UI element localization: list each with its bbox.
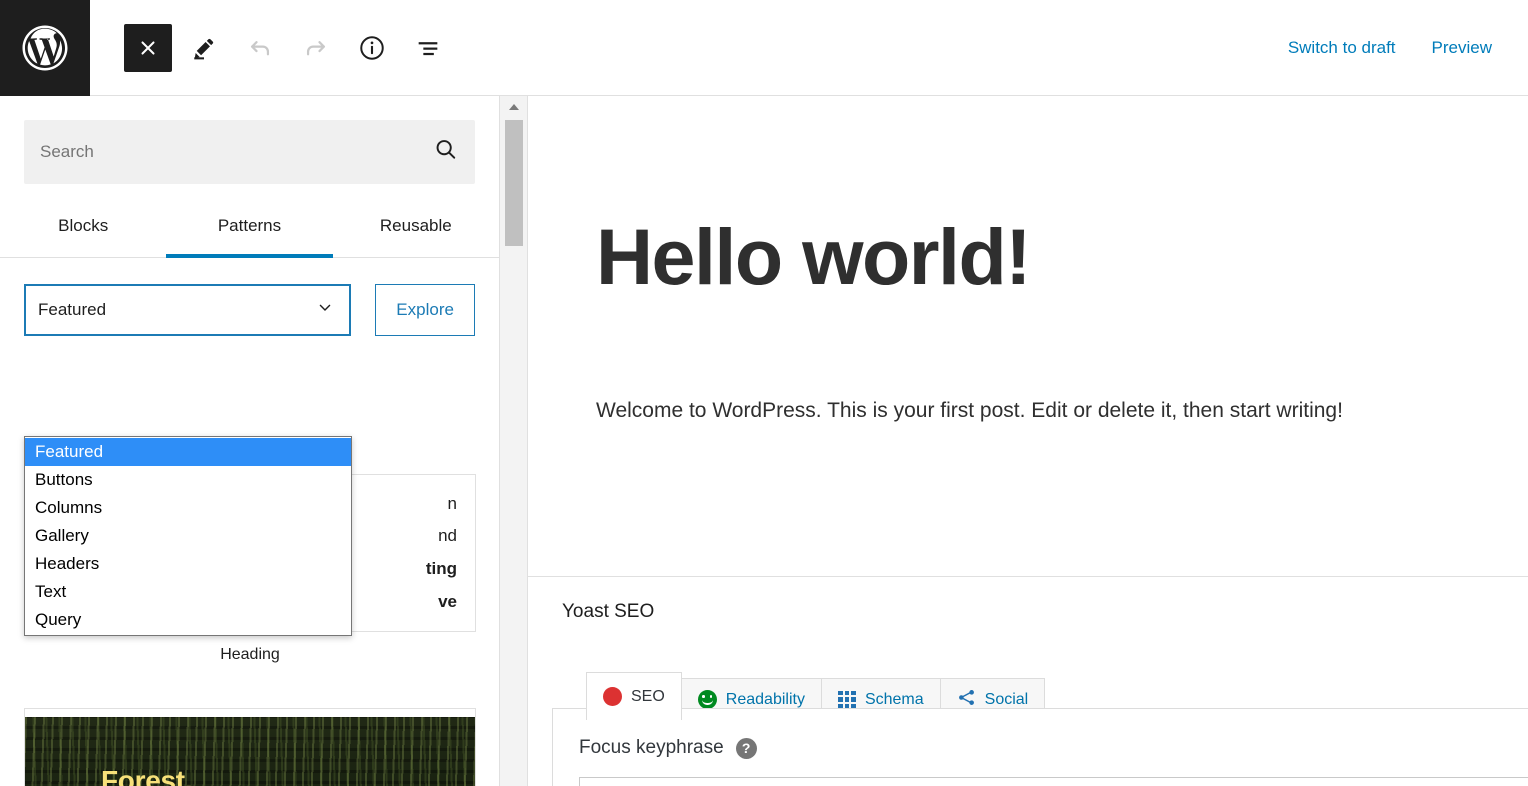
tab-patterns[interactable]: Patterns — [166, 206, 333, 258]
post-paragraph[interactable]: Welcome to WordPress. This is your first… — [596, 395, 1528, 427]
tab-blocks[interactable]: Blocks — [0, 206, 166, 258]
yoast-tab-seo[interactable]: SEO — [586, 672, 682, 720]
redo-button[interactable] — [292, 24, 340, 72]
tab-reusable[interactable]: Reusable — [333, 206, 499, 258]
post-content: Hello world! Welcome to WordPress. This … — [528, 96, 1528, 426]
yoast-seo-tab-content: Focus keyphrase ? — [552, 708, 1528, 786]
forest-image — [25, 717, 475, 786]
dropdown-option-gallery[interactable]: Gallery — [25, 522, 351, 550]
post-editor-canvas: Hello world! Welcome to WordPress. This … — [528, 96, 1528, 786]
forest-pattern-text: Forest. — [101, 765, 193, 786]
dropdown-option-buttons[interactable]: Buttons — [25, 466, 351, 494]
undo-icon — [250, 40, 270, 55]
close-icon — [141, 40, 155, 55]
pattern-category-dropdown[interactable]: Featured Buttons Columns Gallery Headers… — [24, 436, 352, 636]
dropdown-option-query[interactable]: Query — [25, 606, 351, 634]
explore-button[interactable]: Explore — [375, 284, 475, 336]
search-icon — [433, 137, 459, 168]
schema-grid-icon — [837, 690, 856, 709]
wordpress-logo-button[interactable] — [0, 0, 90, 96]
chevron-down-icon — [315, 298, 335, 323]
seo-score-dot-icon — [603, 687, 622, 706]
details-info-button[interactable] — [348, 24, 396, 72]
edit-pencil-icon — [194, 38, 214, 59]
search-input[interactable] — [24, 120, 475, 184]
pattern-category-select[interactable]: Featured — [24, 284, 352, 336]
yoast-seo-panel: Yoast SEO SEO Readability Schema Social … — [528, 577, 1528, 786]
help-icon[interactable]: ? — [735, 737, 757, 759]
info-icon — [360, 35, 384, 60]
block-inserter-panel: Blocks Patterns Reusable Featured Explor… — [0, 96, 500, 786]
focus-keyphrase-label-row: Focus keyphrase ? — [579, 737, 1528, 759]
yoast-tab-seo-label: SEO — [631, 687, 665, 705]
close-editor-button[interactable] — [124, 23, 172, 72]
undo-button[interactable] — [236, 24, 284, 72]
preview-button[interactable]: Preview — [1432, 38, 1492, 58]
dropdown-option-columns[interactable]: Columns — [25, 494, 351, 522]
wordpress-logo-icon — [22, 25, 68, 70]
pattern-category-value: Featured — [38, 300, 107, 319]
editor-top-bar: Switch to draft Preview — [0, 0, 1528, 96]
list-view-button[interactable] — [404, 24, 452, 72]
scroll-up-arrow-icon[interactable] — [500, 96, 528, 118]
editor-toolbar — [90, 23, 452, 72]
focus-keyphrase-input[interactable] — [579, 777, 1528, 786]
inserter-scrollbar[interactable] — [500, 96, 528, 786]
inserter-search-area — [0, 96, 499, 184]
inserter-tabs: Blocks Patterns Reusable — [0, 206, 499, 258]
yoast-tab-social-label: Social — [984, 690, 1029, 708]
dropdown-option-headers[interactable]: Headers — [25, 550, 351, 578]
top-bar-actions: Switch to draft Preview — [1288, 38, 1528, 58]
yoast-tab-schema-label: Schema — [864, 690, 924, 708]
yoast-panel-title: Yoast SEO — [562, 601, 655, 622]
list-view-icon — [418, 41, 438, 55]
forest-pattern-card[interactable]: Forest. — [24, 708, 476, 786]
dropdown-option-text[interactable]: Text — [25, 578, 351, 606]
redo-icon — [306, 40, 326, 55]
search-box — [24, 120, 475, 184]
focus-keyphrase-label: Focus keyphrase — [579, 737, 724, 758]
post-title[interactable]: Hello world! — [596, 215, 1528, 299]
scrollbar-thumb[interactable] — [505, 120, 523, 246]
pattern-filter-row: Featured Explore — [0, 258, 499, 336]
dropdown-option-featured[interactable]: Featured — [25, 438, 351, 466]
switch-to-draft-button[interactable]: Switch to draft — [1288, 38, 1396, 58]
edit-mode-button[interactable] — [180, 24, 228, 72]
yoast-tab-readability-label: Readability — [725, 690, 805, 708]
readability-smiley-icon — [697, 690, 717, 709]
pattern-card-label: Heading — [220, 646, 280, 663]
